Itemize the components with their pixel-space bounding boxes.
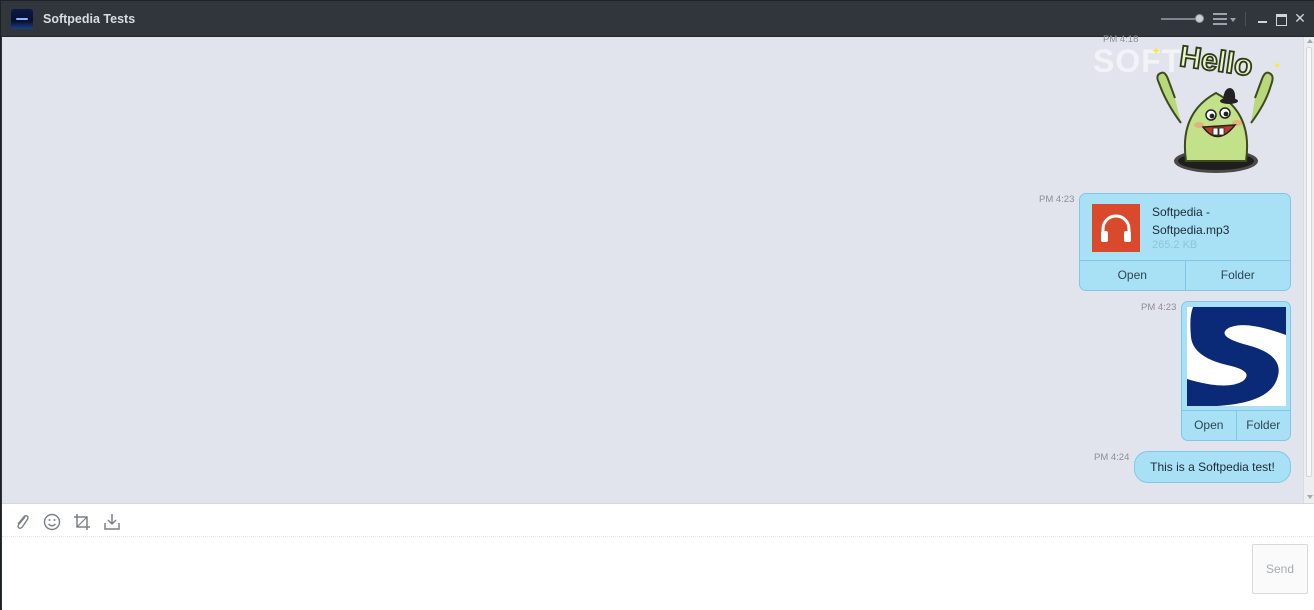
svg-text:✦: ✦ xyxy=(1151,44,1161,58)
file-name: Softpedia - Softpedia.mp3 xyxy=(1152,205,1230,237)
attach-icon[interactable] xyxy=(13,513,31,531)
close-icon[interactable]: ✕ xyxy=(1293,11,1307,25)
message-input[interactable] xyxy=(10,542,1240,602)
image-thumbnail[interactable] xyxy=(1187,307,1286,406)
scroll-up-icon[interactable] xyxy=(1307,39,1313,43)
text-message: This is a Softpedia test! xyxy=(1134,451,1291,483)
image-message: Open Folder xyxy=(1181,301,1291,441)
crop-icon[interactable] xyxy=(73,513,91,531)
chat-scrollbar[interactable] xyxy=(1303,37,1314,503)
send-button[interactable]: Send xyxy=(1252,544,1308,594)
svg-text:✦: ✦ xyxy=(1273,61,1281,72)
message-timestamp: PM 4:23 xyxy=(1141,302,1177,313)
maximize-icon[interactable] xyxy=(1274,11,1288,26)
menu-icon[interactable] xyxy=(1213,13,1227,25)
volume-slider-knob[interactable] xyxy=(1195,14,1204,23)
message-timestamp: PM 4:23 xyxy=(1039,194,1075,205)
app-icon xyxy=(11,9,33,29)
open-file-button[interactable]: Open xyxy=(1080,261,1185,290)
sticker-text: Hello xyxy=(1178,43,1255,83)
scroll-thumb[interactable] xyxy=(1306,47,1312,477)
open-folder-button[interactable]: Folder xyxy=(1184,261,1291,290)
softpedia-s-logo xyxy=(1187,307,1286,406)
open-image-folder-button[interactable]: Folder xyxy=(1235,411,1291,440)
file-size: 265.2 KB xyxy=(1152,239,1198,251)
open-image-button[interactable]: Open xyxy=(1182,411,1236,440)
title-bar: Softpedia Tests ✕ xyxy=(1,1,1314,37)
save-icon[interactable] xyxy=(103,513,121,531)
titlebar-divider xyxy=(1245,12,1246,26)
chevron-down-icon[interactable] xyxy=(1230,18,1236,22)
emoji-icon[interactable] xyxy=(43,513,61,531)
scroll-down-icon[interactable] xyxy=(1307,495,1313,499)
chat-window: Softpedia Tests ✕ PM 4:18 SOFT Hello ✦ ✦… xyxy=(0,0,1314,610)
composer-divider xyxy=(2,536,1314,537)
file-message: Softpedia - Softpedia.mp3 265.2 KB Open … xyxy=(1079,193,1291,291)
message-composer: Send xyxy=(2,503,1314,610)
hello-sticker[interactable]: Hello ✦ ✦ xyxy=(1141,43,1291,175)
headphones-icon[interactable] xyxy=(1092,204,1140,252)
window-title: Softpedia Tests xyxy=(43,12,136,26)
message-timestamp: PM 4:24 xyxy=(1094,452,1130,463)
minimize-icon[interactable] xyxy=(1256,11,1270,25)
